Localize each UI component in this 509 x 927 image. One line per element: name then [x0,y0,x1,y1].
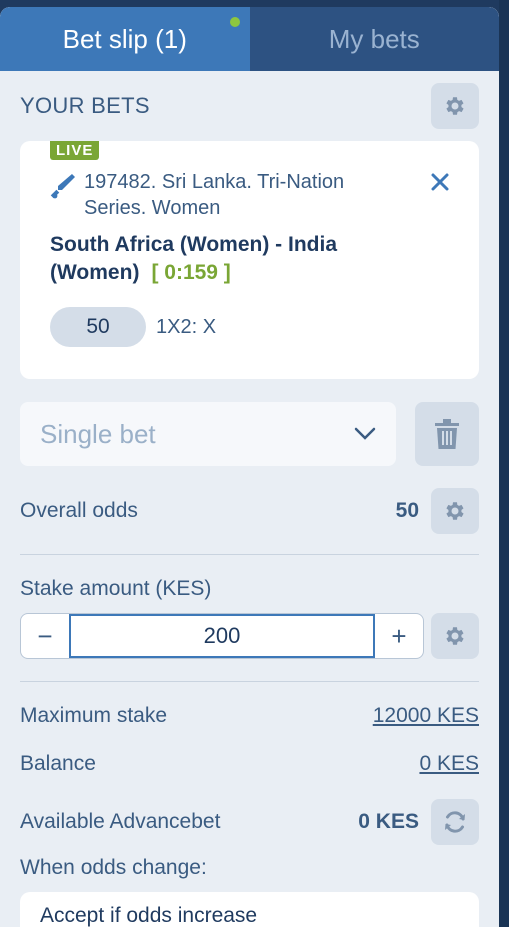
trash-icon [435,419,459,449]
event-row: 197482. Sri Lanka. Tri-Nation Series. Wo… [50,169,449,221]
refresh-advancebet-button[interactable] [431,799,479,845]
bet-slip-panel: Bet slip (1) My bets YOUR BETS LIVE 1974… [0,7,499,927]
advancebet-label: Available Advancebet [20,810,221,833]
balance-link[interactable]: 0 KES [419,752,479,776]
bet-type-value: Single bet [40,418,156,449]
max-stake-link[interactable]: 12000 KES [373,704,479,728]
match-title: South Africa (Women) - India (Women)[ 0:… [50,231,380,287]
market-label: 1X2: X [156,315,217,338]
coefficient-value: 50 [50,307,146,347]
odds-change-select[interactable]: Accept if odds increase [20,892,479,927]
clear-bets-button[interactable] [415,402,479,466]
bet-slip-content: YOUR BETS LIVE 197482. Sri Lanka. Tri-Na… [0,71,499,927]
odds-change-label: When odds change: [20,856,207,879]
divider [20,681,479,682]
stake-input[interactable]: 200 [69,614,375,658]
tab-my-bets[interactable]: My bets [249,7,499,71]
stake-decrease-button[interactable]: − [21,614,69,658]
bet-slip-tabs: Bet slip (1) My bets [0,7,499,71]
advancebet-value: 0 KES [358,810,419,833]
overall-odds-group: 50 [395,487,479,534]
cricket-bat-icon [50,174,75,199]
event-name: 197482. Sri Lanka. Tri-Nation Series. Wo… [84,171,345,219]
live-badge: LIVE [50,141,100,160]
close-icon[interactable] [429,171,451,193]
stake-increase-button[interactable]: + [375,614,423,658]
gear-icon [446,97,464,115]
gear-icon [446,627,464,645]
panel-edge [499,0,509,927]
bet-type-row: Single bet [20,401,479,467]
max-stake-label: Maximum stake [20,704,168,727]
odds-change-value: Accept if odds increase [40,904,258,927]
notification-dot [229,17,240,27]
tab-bet-slip-label: Bet slip (1) [62,23,187,54]
your-bets-title: YOUR BETS [20,93,150,118]
advancebet-row: Available Advancebet 0 KES [20,788,479,856]
bet-card: LIVE 197482. Sri Lanka. Tri-Nation Serie… [20,141,479,379]
balance-row: Balance 0 KES [20,740,479,788]
refresh-icon [445,811,465,833]
stake-label: Stake amount (KES) [20,577,212,600]
coefficient-row: 50 1X2: X [50,307,449,347]
odds-settings-button[interactable] [431,487,479,534]
bet-settings-button[interactable] [431,83,479,129]
overall-odds-row: Overall odds 50 [20,467,479,555]
max-stake-row: Maximum stake 12000 KES [20,692,479,740]
gear-icon [446,501,464,520]
your-bets-header: YOUR BETS [20,71,479,141]
stake-stepper: − 200 + [20,613,424,659]
overall-odds-label: Overall odds [20,498,138,522]
stake-row: − 200 + [20,613,479,659]
tab-my-bets-label: My bets [328,23,420,54]
tab-bet-slip[interactable]: Bet slip (1) [0,7,250,71]
match-score: [ 0:159 ] [151,261,231,284]
stake-settings-button[interactable] [431,613,479,659]
balance-label: Balance [20,752,96,775]
overall-odds-value: 50 [395,498,419,522]
advancebet-group: 0 KES [358,799,479,845]
chevron-down-icon [354,427,376,440]
bet-type-select[interactable]: Single bet [20,402,396,466]
